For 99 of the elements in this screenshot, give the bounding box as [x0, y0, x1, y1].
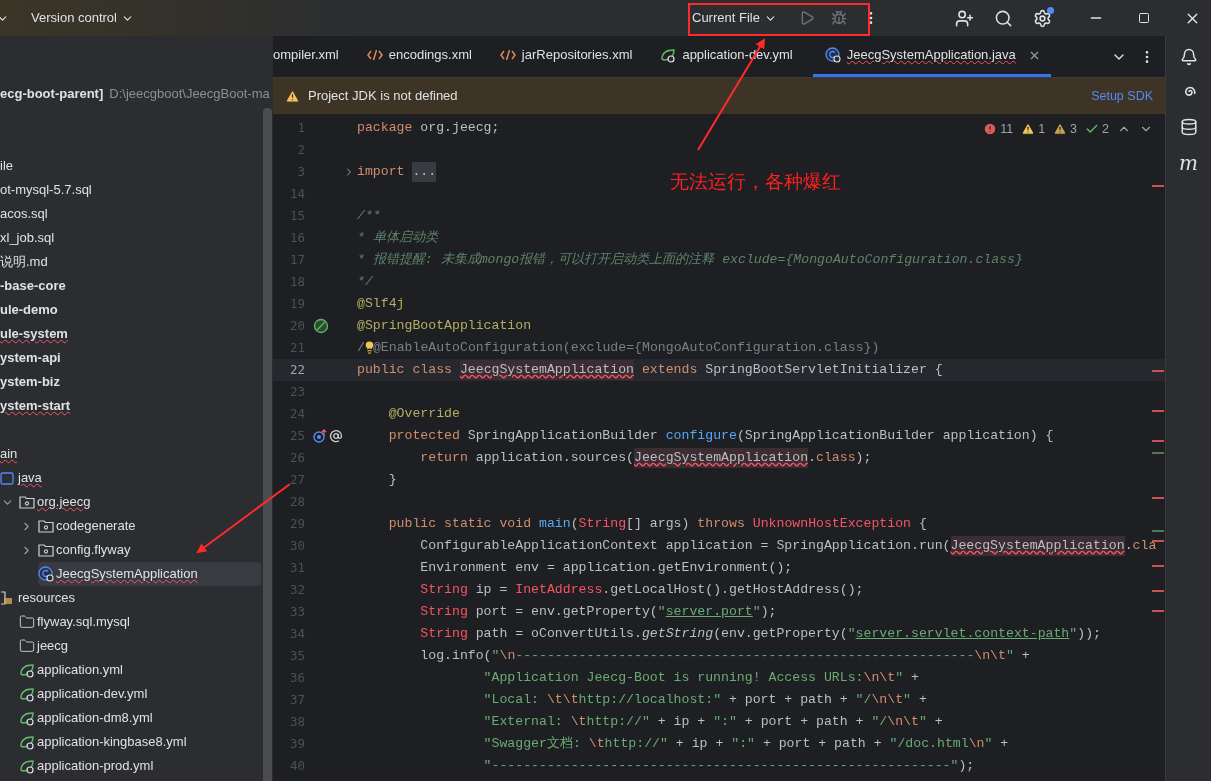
search-icon[interactable]: [993, 8, 1013, 28]
source-folder-icon: [0, 471, 14, 485]
project-root-name[interactable]: ecg-boot-parent]: [0, 84, 104, 104]
error-icon: [983, 122, 998, 137]
code-line: public class JeecgSystemApplication extends SpringBootServletInitializer {: [357, 360, 943, 380]
code-line: "External: \thttp://" + ip + ":" + port + path + "/\n\t" +: [482, 713, 943, 732]
code-line: "Swagger文档: \thttp://" + ip + ":" + port + path + "/doc.html\n" +: [482, 735, 1009, 754]
tree-item[interactable]: application-prod.yml: [19, 754, 261, 778]
code-line: public static void main(String[] args) throws UnknownHostException {: [387, 515, 927, 534]
java-class-icon: [824, 47, 841, 63]
editor-tab[interactable]: ompiler.xml: [273, 36, 353, 77]
code-line: String ip = InetAddress.getLocalHost().getHostAddress();: [419, 581, 864, 600]
code-line: @SpringBootApplication: [357, 317, 532, 336]
tree-item[interactable]: ile: [0, 156, 13, 176]
run-config-dropdown[interactable]: Current File: [684, 8, 785, 28]
java-class-icon: [38, 566, 54, 582]
tree-item[interactable]: ule-system: [0, 324, 68, 344]
folder-icon: [19, 614, 35, 630]
tree-item[interactable]: application.yml: [19, 658, 261, 682]
code-line: "----------------------------------------------------------");: [482, 757, 975, 776]
inspection-count: 2: [1102, 121, 1109, 138]
code-line: package org.jeecg;: [357, 119, 500, 138]
maven-icon[interactable]: m: [1179, 153, 1198, 173]
code-line: }: [387, 471, 397, 490]
spring-file-icon: [19, 662, 35, 678]
debug-icon[interactable]: [830, 10, 847, 26]
tree-item[interactable]: JeecgSystemApplication: [38, 562, 261, 586]
spring-file-icon: [660, 47, 677, 63]
editor-tab[interactable]: jarRepositories.xml: [485, 36, 647, 77]
tree-item[interactable]: xl_job.sql: [0, 228, 55, 248]
xml-file-icon: [366, 49, 383, 61]
tree-item[interactable]: ain: [0, 442, 261, 466]
tree-item[interactable]: codegenerate: [20, 514, 261, 538]
code-line: * 单体启动类: [357, 229, 438, 248]
code-line: "Local: \t\thttp://localhost:" + port + path + "/\n\t" +: [482, 691, 927, 710]
code-line: /**: [357, 207, 381, 226]
code-line: ConfigurableApplicationContext application = SpringApplication.run(JeecgSystemApplication.cla: [419, 536, 1157, 556]
package-icon: [19, 495, 35, 509]
setup-sdk-link[interactable]: Setup SDK: [1091, 86, 1153, 106]
version-control-menu[interactable]: Version control: [31, 8, 134, 28]
tree-item[interactable]: application-dev.yml: [19, 682, 261, 706]
line-number: 22: [288, 360, 305, 379]
tree-item[interactable]: application-kingbase8.yml: [19, 730, 261, 754]
tree-item[interactable]: jeecg: [19, 634, 261, 658]
editor-tab[interactable]: encodings.xml: [352, 36, 486, 77]
code-line: import ...: [357, 162, 437, 182]
spring-file-icon: [19, 758, 35, 774]
project-path: D:\jeecgboot\JeecgBoot-ma: [109, 85, 270, 104]
tree-item[interactable]: ystem-api: [0, 348, 61, 368]
spring-bean-icon[interactable]: [313, 318, 329, 334]
annotation-text: 无法运行，各种爆红: [670, 170, 841, 194]
package-icon: [38, 543, 54, 557]
database-icon[interactable]: [1179, 118, 1198, 136]
code-line: protected SpringApplicationBuilder configure(SpringApplicationBuilder application) {: [387, 427, 1054, 446]
code-line: */: [357, 273, 373, 292]
spring-file-icon: [19, 734, 35, 750]
tree-item[interactable]: ot-mysql-5.7.sql: [0, 180, 92, 200]
inspection-count: 3: [1070, 121, 1078, 138]
settings-icon[interactable]: [1032, 8, 1052, 28]
tree-item[interactable]: 说明.md: [0, 252, 48, 272]
tree-item[interactable]: config.flyway: [20, 538, 261, 562]
scrollbar[interactable]: [263, 108, 272, 781]
spring-file-icon: [19, 686, 35, 702]
weak-warning-icon: [1053, 122, 1068, 137]
warning-icon: [1021, 122, 1036, 137]
tree-item[interactable]: application-dm8.yml: [19, 706, 261, 730]
add-user-icon[interactable]: [954, 8, 974, 28]
code-line: log.info("\n----------------------------------------------------------\n\t" +: [419, 647, 1030, 666]
tree-item[interactable]: resources: [0, 586, 261, 610]
code-line: "Application Jeecg-Boot is running! Access URLs:\n\t" +: [482, 669, 919, 688]
spring-file-icon: [19, 710, 35, 726]
code-line: String path = oConvertUtils.getString(env.getProperty("server.servlet.context-path"));: [419, 625, 1101, 644]
code-line: @Override: [387, 405, 460, 424]
package-icon: [38, 519, 54, 533]
code-line: / @EnableAutoConfiguration(exclude={MongoAutoConfiguration.class}): [357, 339, 880, 358]
tree-item[interactable]: java: [0, 466, 261, 490]
override-icon[interactable]: [313, 429, 327, 443]
maximize-icon[interactable]: [1137, 12, 1150, 24]
banner-message: Project JDK is not defined: [308, 87, 458, 106]
code-line: String port = env.getProperty("server.port");: [419, 603, 777, 622]
tree-item[interactable]: -base-core: [0, 276, 66, 296]
xml-file-icon: [499, 49, 516, 61]
notifications-icon[interactable]: [1179, 48, 1198, 66]
inspection-count: 11: [1000, 121, 1014, 138]
resources-folder-icon: [0, 591, 14, 605]
code-line: * 报错提醒: 未集成mongo报错，可以打开启动类上面的注释 exclude={MongoAutoConfiguration.class}: [357, 251, 1023, 270]
at-sign-icon[interactable]: [329, 429, 343, 443]
tree-item[interactable]: ystem-biz: [0, 372, 60, 392]
code-line: @Slf4j: [357, 295, 405, 314]
code-line: Environment env = application.getEnvironment();: [419, 559, 793, 578]
folder-icon: [19, 638, 35, 654]
inspection-count: 1: [1038, 121, 1046, 138]
warning-icon: [285, 88, 300, 104]
code-line: return application.sources(JeecgSystemApplication.class);: [419, 448, 872, 468]
tree-item[interactable]: acos.sql: [0, 204, 48, 224]
tree-item[interactable]: org.jeecg: [1, 490, 261, 514]
tree-item[interactable]: flyway.sql.mysql: [19, 610, 261, 634]
tree-item[interactable]: ule-demo: [0, 300, 58, 320]
tree-item[interactable]: ystem-start: [0, 396, 71, 416]
